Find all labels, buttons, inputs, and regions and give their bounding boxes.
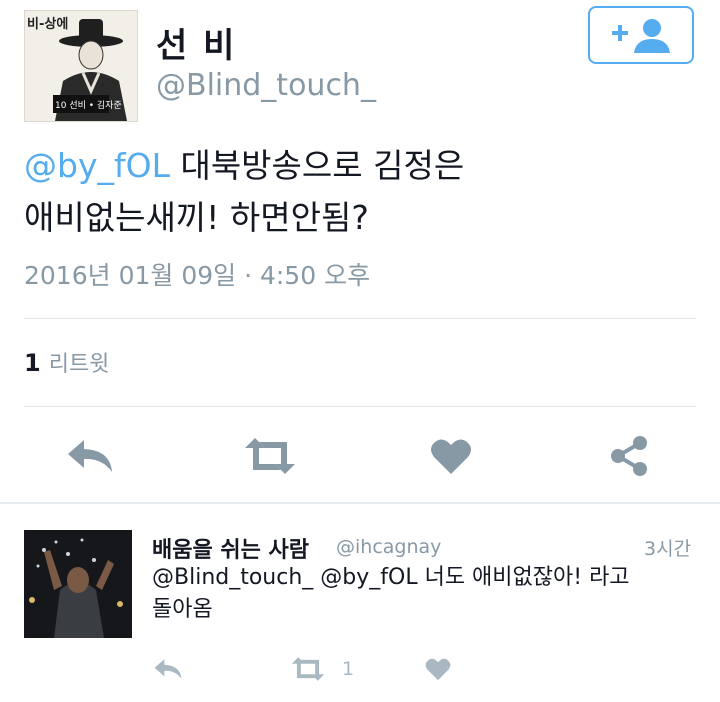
divider — [0, 502, 720, 504]
share-icon — [611, 436, 647, 476]
divider — [24, 406, 696, 407]
reply-avatar[interactable] — [24, 530, 132, 638]
display-name[interactable]: 선 비 — [156, 18, 236, 67]
avatar-badge-text: 10 선비 • 김자준 — [55, 101, 122, 111]
tweet-timestamp[interactable]: 2016년 01월 09일 · 4:50 오후 — [24, 256, 370, 292]
reply-text: @Blind_touch_ @by_fOL 너도 애비없잖아! 라고 돌아옴 — [152, 562, 692, 626]
user-handle[interactable]: @Blind_touch_ — [156, 68, 376, 103]
reply-button[interactable] — [64, 434, 116, 478]
heart-icon — [425, 658, 451, 681]
heart-icon — [431, 439, 471, 474]
add-user-icon — [606, 15, 676, 55]
retweet-button[interactable] — [240, 434, 300, 478]
like-button[interactable] — [428, 434, 474, 478]
reply-icon — [154, 659, 182, 679]
reply-handle[interactable]: @ihcagnay — [336, 536, 441, 558]
tweet-text: @by_fOL 대북방송으로 김정은 애비없는새끼! 하면안됨? — [24, 140, 694, 244]
profile-avatar[interactable]: 비-상에 10 선비 • 김자준 — [24, 10, 138, 122]
reply-text-line2: 돌아옴 — [152, 597, 213, 622]
tweet-text-line2: 애비없는새끼! 하면안됨? — [24, 198, 369, 237]
retweet-label: 리트윗 — [48, 352, 110, 377]
reply-icon — [68, 440, 112, 472]
reply-like-button[interactable] — [424, 656, 452, 682]
reply-time[interactable]: 3시간 — [644, 534, 691, 561]
reply-retweet-count: 1 — [342, 658, 355, 680]
reply-reply-button[interactable] — [152, 656, 184, 682]
reply-retweet-button[interactable] — [288, 656, 328, 682]
divider — [24, 318, 696, 319]
reply-display-name[interactable]: 배움을 쉬는 사람 — [152, 532, 309, 564]
reply-avatar-image — [24, 530, 132, 638]
retweet-icon — [291, 657, 325, 681]
follow-button[interactable] — [588, 6, 694, 64]
share-button[interactable] — [606, 434, 652, 478]
tweet-mention[interactable]: @by_fOL — [24, 146, 170, 185]
tweet-text-line1: 대북방송으로 김정은 — [169, 146, 465, 185]
reply-text-line1: @Blind_touch_ @by_fOL 너도 애비없잖아! 라고 — [152, 565, 630, 590]
retweet-stats[interactable]: 1 리트윗 — [24, 346, 109, 378]
retweet-count: 1 — [24, 349, 41, 377]
avatar-caption: 비-상에 — [27, 17, 69, 32]
retweet-icon — [245, 438, 295, 474]
